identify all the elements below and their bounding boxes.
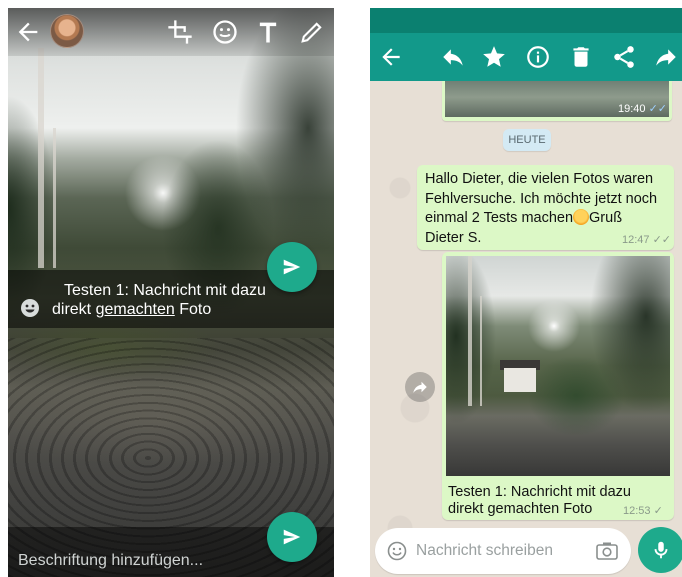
message-text-part: Gruß xyxy=(589,210,623,226)
share-icon[interactable] xyxy=(611,44,637,70)
star-icon[interactable] xyxy=(481,44,507,70)
caption-text-part: direkt xyxy=(52,301,96,318)
caption-text-part: Foto xyxy=(174,301,212,318)
chat-screen: 19:40 ✓✓ HEUTE Hallo Dieter, die vielen … xyxy=(370,8,682,577)
caption-input[interactable]: Beschriftung hinzufügen... xyxy=(18,552,258,570)
smiley-emoji-icon xyxy=(573,209,590,225)
check-icon: ✓ xyxy=(653,505,663,517)
double-check-icon: ✓✓ xyxy=(652,234,672,246)
message-timestamp: 12:47 ✓✓ xyxy=(622,233,671,246)
microphone-icon xyxy=(654,541,668,559)
camera-icon[interactable] xyxy=(596,541,618,561)
caption-line-2: direkt gemachten Foto xyxy=(52,300,272,319)
photo-editor-screen: Testen 1: Nachricht mit dazu direkt gema… xyxy=(8,8,334,577)
status-bar xyxy=(370,8,682,33)
message-line: einmal 2 Tests machen Gruß xyxy=(425,209,663,229)
forward-icon[interactable] xyxy=(653,44,679,70)
caption-underlined-word: gemachten xyxy=(95,301,175,318)
microphone-button[interactable] xyxy=(638,527,682,573)
pencil-icon[interactable] xyxy=(298,18,326,46)
message-timestamp: 12:53 ✓ xyxy=(623,504,663,517)
emoji-icon[interactable] xyxy=(387,541,407,561)
crop-icon[interactable] xyxy=(166,18,194,46)
forward-message-button[interactable] xyxy=(405,372,435,402)
emoji-icon[interactable] xyxy=(20,298,40,318)
photo-trunk xyxy=(38,48,44,268)
delete-icon[interactable] xyxy=(568,44,594,70)
caption-line-1: Testen 1: Nachricht mit dazu xyxy=(64,282,266,299)
send-icon xyxy=(283,259,301,275)
double-check-icon: ✓✓ xyxy=(648,103,668,115)
date-chip: HEUTE xyxy=(503,129,551,151)
send-icon xyxy=(283,529,301,545)
timestamp-text: 12:47 xyxy=(622,234,650,246)
photo-house xyxy=(504,368,536,392)
photo-trunk xyxy=(53,128,56,268)
text-icon[interactable] xyxy=(254,18,282,46)
send-button[interactable] xyxy=(267,242,317,292)
photo-trunk xyxy=(480,296,482,406)
send-button[interactable] xyxy=(267,512,317,562)
message-line: direkt gemachten Foto xyxy=(448,501,593,517)
photo-trunk xyxy=(468,256,472,406)
message-timestamp: 19:40 ✓✓ xyxy=(618,102,667,115)
message-input[interactable]: Nachricht schreiben xyxy=(416,542,576,560)
info-icon[interactable] xyxy=(525,44,551,70)
forward-icon xyxy=(413,381,427,393)
message-photo[interactable] xyxy=(446,256,670,476)
back-arrow-icon[interactable] xyxy=(14,18,42,46)
reply-icon[interactable] xyxy=(440,44,466,70)
timestamp-text: 19:40 xyxy=(618,103,646,115)
message-line: Fehlversuche. Ich möchte jetzt noch xyxy=(425,190,658,207)
caption-text[interactable]: Testen 1: Nachricht mit dazu direkt gema… xyxy=(52,281,272,319)
avatar[interactable] xyxy=(50,14,84,48)
message-text-part: einmal 2 Tests machen xyxy=(425,210,574,226)
photo-caption: Testen 1: Nachricht mit dazu direkt gema… xyxy=(448,484,648,518)
timestamp-text: 12:53 xyxy=(623,505,651,517)
message-line: Hallo Dieter, die vielen Fotos waren xyxy=(425,171,654,187)
message-line: Testen 1: Nachricht mit dazu xyxy=(448,484,631,500)
emoji-icon[interactable] xyxy=(211,18,239,46)
back-arrow-icon[interactable] xyxy=(378,44,404,70)
